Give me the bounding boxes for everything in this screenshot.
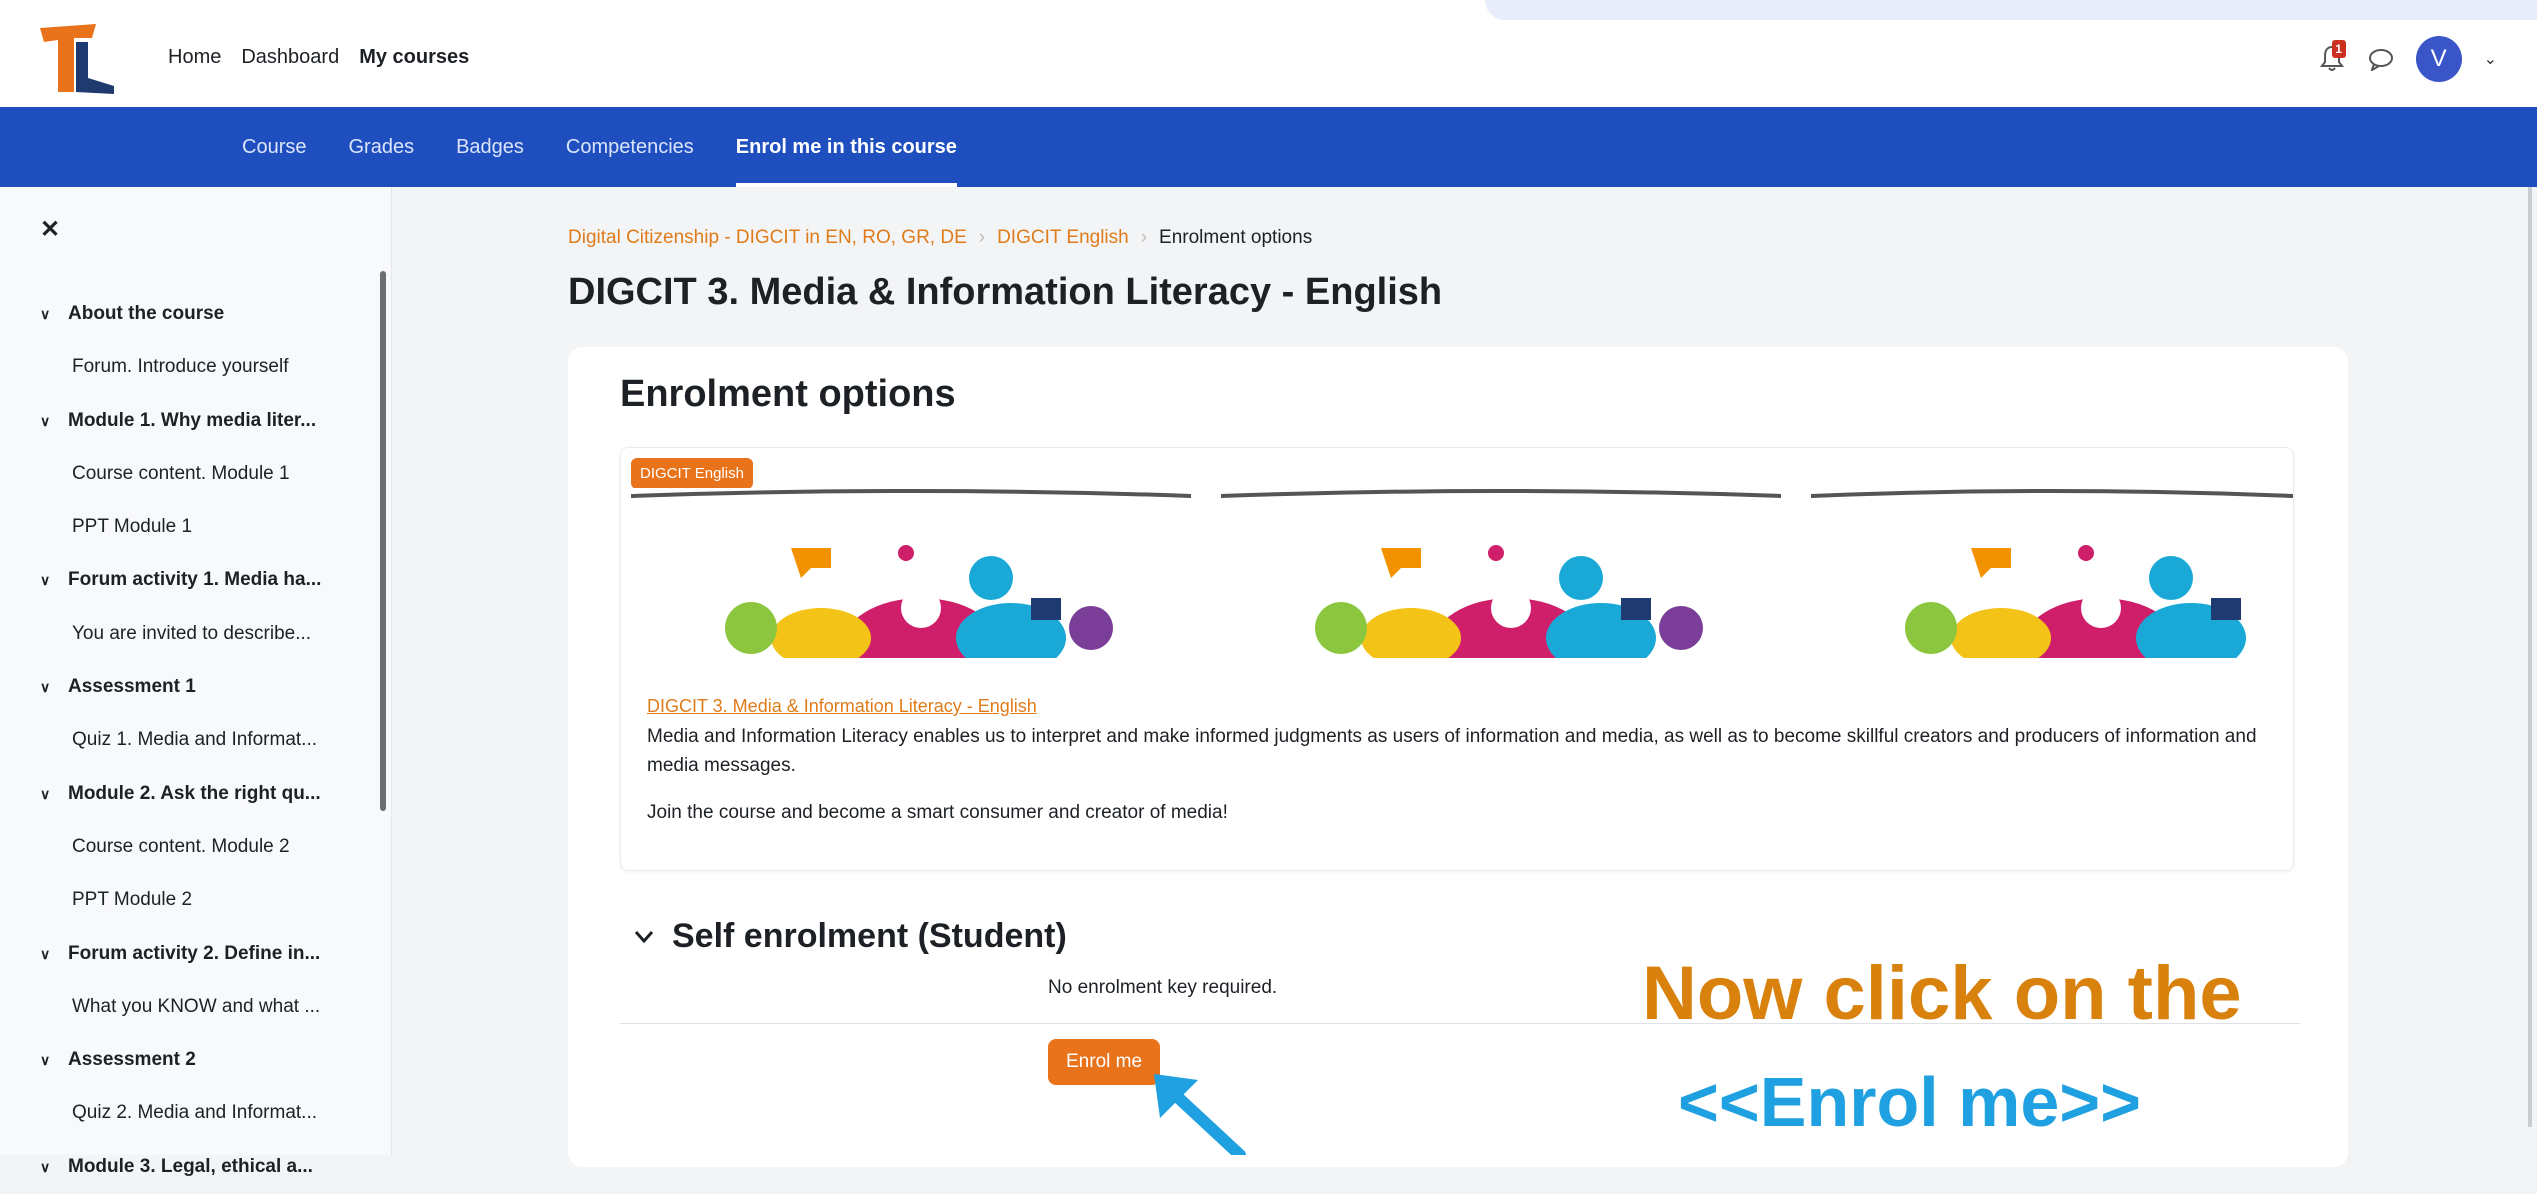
course-index-item[interactable]: Course content. Module 1 [40,447,321,500]
page-scrollbar[interactable] [2528,187,2532,1127]
chevron-down-icon [634,930,654,943]
course-index-item[interactable]: Course content. Module 2 [40,820,321,873]
course-index-label: Assessment 1 [68,676,196,698]
nav-home[interactable]: Home [168,46,221,69]
primary-nav: Home Dashboard My courses [168,46,469,69]
breadcrumb-current: Enrolment options [1159,227,1313,248]
course-index-label: Course content. Module 2 [72,835,290,857]
breadcrumb-subcategory[interactable]: DIGCIT English [997,227,1129,249]
page-title: DIGCIT 3. Media & Information Literacy -… [568,271,1443,313]
course-index-label: Assessment 2 [68,1049,196,1071]
chat-icon[interactable] [2368,47,2394,71]
chevron-down-icon[interactable]: ∨ [40,1141,68,1194]
chevron-down-icon[interactable]: ∨ [40,288,68,341]
course-index-label: Module 3. Legal, ethical a... [68,1155,313,1177]
notifications-button[interactable]: 1 [2319,40,2346,74]
top-navbar: Home Dashboard My courses 1 V ⌄ [0,0,2537,107]
chevron-down-icon[interactable]: ∨ [40,928,68,981]
self-enrolment-heading: Self enrolment (Student) [672,917,1067,955]
course-index-label: Module 1. Why media liter... [68,409,317,431]
course-index-item[interactable]: You are invited to describe... [40,607,321,660]
breadcrumb: Digital Citizenship - DIGCIT in EN, RO, … [568,227,1312,249]
course-index-label: Quiz 1. Media and Informat... [72,729,318,751]
enrolment-heading: Enrolment options [620,373,956,415]
course-index-item[interactable]: Quiz 1. Media and Informat... [40,713,321,766]
course-index-label: PPT Module 1 [72,516,193,538]
course-banner-image [1811,488,2293,658]
course-index-label: Quiz 2. Media and Informat... [72,1102,318,1124]
course-index-section[interactable]: ∨ Forum activity 2. Define in... [40,927,321,980]
course-index-item[interactable]: PPT Module 2 [40,873,321,926]
no-key-note: No enrolment key required. [1048,977,1278,998]
course-link[interactable]: DIGCIT 3. Media & Information Literacy -… [647,696,1037,717]
course-index-label: Forum activity 1. Media ha... [68,569,322,591]
course-index-label: Forum activity 2. Define in... [68,942,321,964]
pointer-arrow-icon [1154,1074,1246,1155]
course-index-label: PPT Module 2 [72,889,193,911]
course-index-section[interactable]: ∨ Assessment 1 [40,660,321,713]
nav-dashboard[interactable]: Dashboard [241,46,339,69]
course-index-section[interactable]: ∨ Module 3. Legal, ethical a... [40,1140,321,1193]
tab-enrol[interactable]: Enrol me in this course [735,107,958,187]
tab-competencies[interactable]: Competencies [566,107,694,187]
user-controls: 1 V ⌄ [2319,36,2497,82]
instruction-overlay-line1: Now click on the [1642,951,2242,1036]
tab-badges[interactable]: Badges [456,107,524,187]
tab-grades[interactable]: Grades [348,107,414,187]
self-enrolment-toggle[interactable]: Self enrolment (Student) [634,917,1067,956]
course-index-section[interactable]: ∨ Module 1. Why media liter... [40,394,321,447]
course-summary-box: DIGCIT English ● ➜ [620,447,2294,871]
course-banner-image [631,488,1191,658]
chevron-down-icon[interactable]: ∨ [40,395,68,448]
chevron-down-icon[interactable]: ∨ [40,661,68,714]
breadcrumb-separator-icon: › [978,227,986,248]
course-index-list: ∨ About the course Forum. Introduce yourse… [40,287,321,1193]
user-avatar[interactable]: V [2415,36,2462,82]
course-index-item[interactable]: What you KNOW and what ... [40,980,321,1033]
course-banner-image [1221,488,1781,658]
breadcrumb-separator-icon: › [1140,227,1148,248]
close-drawer-icon[interactable]: ✕ [40,215,60,244]
course-index-item[interactable]: PPT Module 1 [40,500,321,553]
notification-count-badge: 1 [2331,40,2346,58]
course-index-label: Forum. Introduce yourself [72,356,289,378]
drawer-scrollbar[interactable] [380,271,386,811]
nav-my-courses[interactable]: My courses [359,46,469,69]
instruction-overlay-line2: <<Enrol me>> [1678,1063,2142,1141]
enrolment-card: Enrolment options DIGCIT English ● ➜ [568,347,2348,1167]
course-index-section[interactable]: ∨ Forum activity 1. Media ha... [40,553,321,606]
course-index-section[interactable]: ∨ About the course [40,287,321,340]
course-index-label: You are invited to describe... [72,622,312,644]
course-description-extra: Join the course and become a smart consu… [647,802,1228,823]
course-index-section[interactable]: ∨ Module 2. Ask the right qu... [40,767,321,820]
chevron-down-icon[interactable]: ∨ [40,554,68,607]
course-index-item[interactable]: Forum. Introduce yourself [40,340,321,393]
site-logo[interactable] [36,22,116,94]
chevron-down-icon[interactable]: ∨ [40,768,68,821]
course-index-label: Module 2. Ask the right qu... [68,782,321,804]
header-decoration [1485,0,2537,20]
course-index-label: What you KNOW and what ... [72,995,321,1017]
course-index-label: Course content. Module 1 [72,462,290,484]
course-index-drawer: ✕ ∨ About the course Forum. Introduce your… [0,187,392,1177]
chevron-down-icon[interactable]: ∨ [40,1034,68,1087]
course-index-label: About the course [68,303,225,324]
chevron-down-icon[interactable]: ⌄ [2484,49,2497,69]
secondary-nav: Course Grades Badges Competencies Enrol … [0,107,2537,187]
breadcrumb-category[interactable]: Digital Citizenship - DIGCIT in EN, RO, … [568,227,967,249]
tab-course[interactable]: Course [242,107,306,187]
course-description: Media and Information Literacy enables u… [647,726,2257,776]
course-index-item[interactable]: Quiz 2. Media and Informat... [40,1086,321,1139]
course-index-section[interactable]: ∨ Assessment 2 [40,1033,321,1086]
category-tag[interactable]: DIGCIT English [631,458,753,489]
